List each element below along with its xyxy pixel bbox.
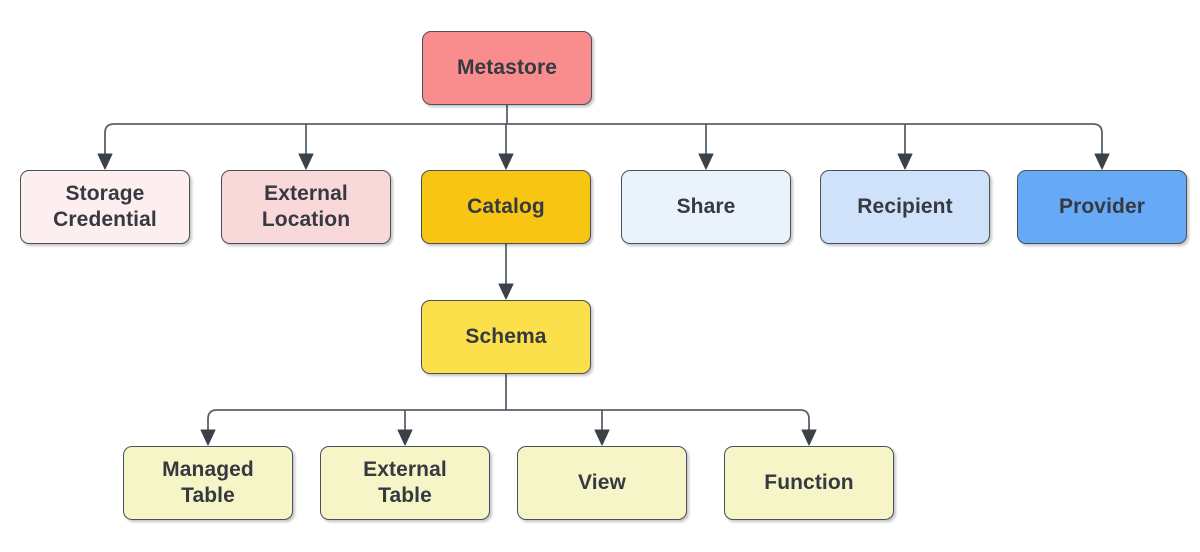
node-function[interactable]: Function [724,446,894,520]
arrowhead-view [594,429,610,446]
arrowhead-share [698,153,714,170]
arrowhead-provider [1094,153,1110,170]
arrowhead-external-table [397,429,413,446]
arrowhead-storage-credential [97,153,113,170]
bus-schema [207,409,810,420]
node-view[interactable]: View [517,446,687,520]
node-share[interactable]: Share [621,170,791,244]
arrowhead-schema [498,283,514,300]
flowchart-diagram: Metastore Storage Credential External Loca… [0,0,1200,552]
arrowhead-external-location [298,153,314,170]
node-provider[interactable]: Provider [1017,170,1187,244]
bus-metastore [104,123,1103,134]
arrowhead-catalog [498,153,514,170]
node-external-table[interactable]: External Table [320,446,490,520]
node-catalog[interactable]: Catalog [421,170,591,244]
node-external-location[interactable]: External Location [221,170,391,244]
arrowhead-managed-table [200,429,216,446]
node-managed-table[interactable]: Managed Table [123,446,293,520]
node-schema[interactable]: Schema [421,300,591,374]
node-recipient[interactable]: Recipient [820,170,990,244]
arrowhead-function [801,429,817,446]
node-storage-credential[interactable]: Storage Credential [20,170,190,244]
node-metastore[interactable]: Metastore [422,31,592,105]
arrowhead-recipient [897,153,913,170]
